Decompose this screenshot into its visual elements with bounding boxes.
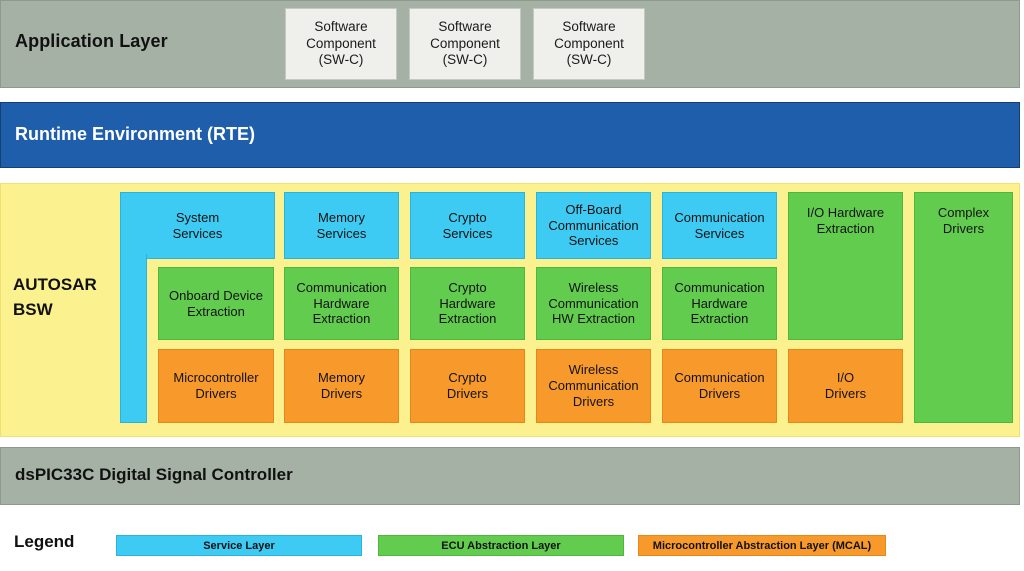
legend-item-ecu-abstraction-layer: ECU Abstraction Layer bbox=[378, 535, 624, 556]
autosar-layered-architecture-diagram: Application Layer Software Component (SW… bbox=[0, 0, 1024, 571]
application-layer-title: Application Layer bbox=[15, 31, 168, 51]
rte-band: Runtime Environment (RTE) bbox=[0, 102, 1020, 168]
bsw-cell-io-hardware-extraction: I/O Hardware Extraction bbox=[788, 192, 903, 340]
bsw-cell-crypto-hardware-extraction: Crypto Hardware Extraction bbox=[410, 267, 525, 340]
autosar-bsw-band: AUTOSAR BSW System Services Memory Servi… bbox=[0, 183, 1020, 437]
bsw-cell-off-board-communication-services: Off-Board Communication Services bbox=[536, 192, 651, 259]
bsw-cell-wireless-communication-drivers: Wireless Communication Drivers bbox=[536, 349, 651, 423]
microcontroller-band: dsPIC33C Digital Signal Controller bbox=[0, 447, 1020, 505]
bsw-cell-system-services: System Services bbox=[120, 192, 275, 259]
bsw-cell-communication-hardware-extraction-2: Communication Hardware Extraction bbox=[662, 267, 777, 340]
bsw-cell-crypto-services: Crypto Services bbox=[410, 192, 525, 259]
software-component-box: Software Component (SW-C) bbox=[285, 8, 397, 80]
software-component-box: Software Component (SW-C) bbox=[409, 8, 521, 80]
bsw-cell-communication-services: Communication Services bbox=[662, 192, 777, 259]
legend-item-mcal: Microcontroller Abstraction Layer (MCAL) bbox=[638, 535, 886, 556]
bsw-cell-complex-drivers: Complex Drivers bbox=[914, 192, 1013, 423]
autosar-bsw-title: AUTOSAR BSW bbox=[13, 275, 97, 319]
rte-title: Runtime Environment (RTE) bbox=[15, 124, 256, 144]
bsw-cell-wireless-communication-hw-extraction: Wireless Communication HW Extraction bbox=[536, 267, 651, 340]
software-component-box: Software Component (SW-C) bbox=[533, 8, 645, 80]
bsw-cell-io-drivers: I/O Drivers bbox=[788, 349, 903, 423]
bsw-cell-crypto-drivers: Crypto Drivers bbox=[410, 349, 525, 423]
bsw-cell-communication-hardware-extraction: Communication Hardware Extraction bbox=[284, 267, 399, 340]
bsw-cell-microcontroller-drivers: Microcontroller Drivers bbox=[158, 349, 274, 423]
legend-item-service-layer: Service Layer bbox=[116, 535, 362, 556]
microcontroller-title: dsPIC33C Digital Signal Controller bbox=[15, 465, 293, 484]
bsw-cell-communication-drivers: Communication Drivers bbox=[662, 349, 777, 423]
bsw-cell-system-services-stem bbox=[120, 254, 147, 423]
bsw-cell-memory-services: Memory Services bbox=[284, 192, 399, 259]
legend-title: Legend bbox=[14, 532, 75, 551]
bsw-cell-memory-drivers: Memory Drivers bbox=[284, 349, 399, 423]
bsw-cell-onboard-device-extraction: Onboard Device Extraction bbox=[158, 267, 274, 340]
